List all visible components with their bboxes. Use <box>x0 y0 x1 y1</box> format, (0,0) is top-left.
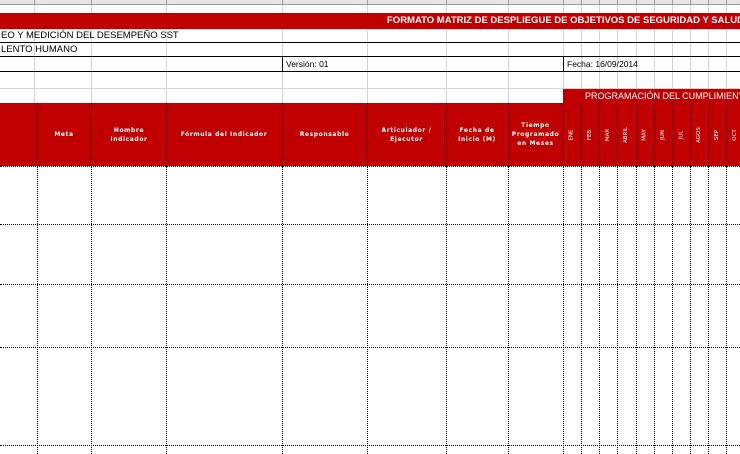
area-text: LENTO HUMANO <box>1 44 78 55</box>
data-column-line <box>508 166 509 454</box>
month-label: OCT <box>732 128 738 141</box>
header-fecha-inicio-label: Fecha de Inicio (M) <box>458 126 496 143</box>
month-label: ABRIL <box>623 126 630 143</box>
data-row-line <box>0 166 740 167</box>
header-separator <box>726 103 727 166</box>
version-text: Versión: 01 <box>286 59 329 69</box>
header-separator <box>599 103 600 166</box>
header-separator <box>708 103 709 166</box>
data-column-line <box>708 166 709 454</box>
data-column-line <box>37 166 38 454</box>
header-tiempo-label: Tiempo Programado en Meses <box>511 122 560 147</box>
month-label: JUL <box>678 130 684 139</box>
month-header-oct[interactable]: OCT <box>726 103 740 166</box>
header-fecha-inicio[interactable]: Fecha de Inicio (M) <box>446 103 508 166</box>
version-cell[interactable]: Versión: 01 <box>282 57 563 71</box>
data-column-line <box>654 166 655 454</box>
header-separator <box>91 103 92 166</box>
data-row-line <box>0 284 740 285</box>
header-nombre-indicador[interactable]: Nombre Indicador <box>92 103 166 166</box>
header-formula-label: Fórmula del Indicador <box>180 131 268 138</box>
data-column-line <box>446 166 447 454</box>
header-separator <box>690 103 691 166</box>
data-column-line <box>581 166 582 454</box>
month-header-jun[interactable]: JUN <box>654 103 672 166</box>
data-column-line <box>599 166 600 454</box>
data-column-line <box>636 166 637 454</box>
header-separator <box>581 103 582 166</box>
data-column-line <box>91 166 92 454</box>
month-label: FEB <box>586 129 593 140</box>
month-header-ene[interactable]: ENE <box>563 103 581 166</box>
header-separator <box>508 103 509 166</box>
month-label: ENE <box>568 128 575 141</box>
data-column-line <box>690 166 691 454</box>
month-header-sep[interactable]: SEP <box>708 103 726 166</box>
header-tiempo[interactable]: Tiempo Programado en Meses <box>508 103 563 166</box>
month-label: AGOS <box>696 126 702 143</box>
header-formula[interactable]: Fórmula del Indicador <box>166 103 282 166</box>
data-column-line <box>367 166 368 454</box>
month-header-jul[interactable]: JUL <box>672 103 690 166</box>
header-articulador-label: Articulador / Ejecutor <box>381 126 432 143</box>
data-row-line <box>0 347 740 348</box>
month-header-feb[interactable]: FEB <box>581 103 599 166</box>
month-label: SEP <box>713 129 720 140</box>
header-separator <box>672 103 673 166</box>
month-label: JUN <box>659 129 666 140</box>
data-column-line <box>282 166 283 454</box>
header-separator <box>636 103 637 166</box>
header-separator <box>367 103 368 166</box>
header-meta[interactable]: Meta <box>37 103 91 166</box>
title-bar[interactable]: FORMATO MATRIZ DE DESPLIEGUE DE OBJETIVO… <box>0 13 740 29</box>
month-header-agos[interactable]: AGOS <box>690 103 708 166</box>
header-articulador[interactable]: Articulador / Ejecutor <box>367 103 446 166</box>
header-separator <box>446 103 447 166</box>
month-label: MAR <box>605 128 611 141</box>
header-meta-label: Meta <box>54 131 74 138</box>
data-column-line <box>617 166 618 454</box>
column-header-strip <box>0 0 740 5</box>
fecha-text: Fecha: 16/09/2014 <box>567 59 638 69</box>
row-divider <box>0 71 740 72</box>
month-header-mar[interactable]: MAR <box>599 103 617 166</box>
header-separator <box>654 103 655 166</box>
data-column-line <box>563 166 564 454</box>
header-responsable-label: Responsable <box>299 131 350 138</box>
fecha-cell[interactable]: Fecha: 16/09/2014 <box>563 57 740 71</box>
row-area[interactable]: LENTO HUMANO <box>0 43 740 56</box>
header-responsable[interactable]: Responsable <box>282 103 367 166</box>
data-column-line <box>672 166 673 454</box>
month-label: MAY <box>641 128 648 141</box>
data-row-line <box>0 445 740 446</box>
header-separator <box>563 103 564 166</box>
data-column-line <box>726 166 727 454</box>
data-row-line <box>0 224 740 225</box>
header-separator <box>37 103 38 166</box>
header-separator <box>617 103 618 166</box>
header-nombre-label: Nombre Indicador <box>110 126 148 143</box>
header-separator <box>166 103 167 166</box>
programacion-header[interactable]: PROGRAMACIÓN DEL CUMPLIMIENTO <box>563 89 740 103</box>
data-column-line <box>166 166 167 454</box>
programacion-text: PROGRAMACIÓN DEL CUMPLIMIENTO <box>585 91 740 101</box>
month-header-may[interactable]: MAY <box>636 103 654 166</box>
month-header-abril[interactable]: ABRIL <box>617 103 636 166</box>
row-subtitle[interactable]: EO Y MEDICIÓN DEL DESEMPEÑO SST <box>0 30 740 42</box>
subtitle-text: EO Y MEDICIÓN DEL DESEMPEÑO SST <box>1 30 179 41</box>
header-separator <box>282 103 283 166</box>
sheet-title: FORMATO MATRIZ DE DESPLIEGUE DE OBJETIVO… <box>387 15 740 26</box>
